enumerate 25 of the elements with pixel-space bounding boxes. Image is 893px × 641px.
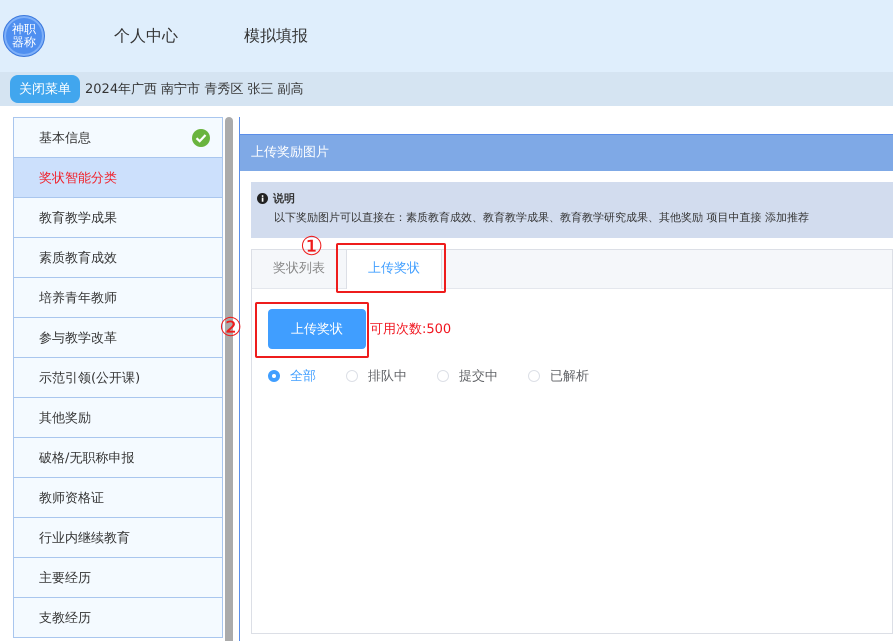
sidebar-item[interactable]: 教师资格证 [14, 478, 222, 518]
sidebar-item[interactable]: 支教经历 [14, 598, 222, 638]
radio-option[interactable]: 已解析 [528, 367, 589, 385]
notice-title: 说明 [273, 191, 295, 206]
panel-title: 上传奖励图片 [240, 134, 893, 171]
sidebar-item[interactable]: 行业内继续教育 [14, 518, 222, 558]
info-icon [257, 193, 268, 204]
user-info: 2024年广西 南宁市 青秀区 张三 副高 [85, 81, 304, 98]
sidebar-item[interactable]: 主要经历 [14, 558, 222, 598]
nav-link[interactable]: 个人中心 [114, 26, 178, 46]
sidebar-item[interactable]: 参与教学改革 [14, 318, 222, 358]
radio-option[interactable]: 提交中 [437, 367, 498, 385]
sidebar-item[interactable]: 破格/无职称申报 [14, 438, 222, 478]
quota-text: 可用次数:500 [370, 321, 452, 338]
notice-text: 以下奖励图片可以直接在：素质教育成效、教育教学成果、教育教学研究成果、其他奖励 项目中直接 添加推荐 [274, 210, 810, 225]
sidebar-item[interactable]: 示范引领(公开课) [14, 358, 222, 398]
logo: 神职 器称 [3, 15, 45, 57]
sidebar-item[interactable]: 教育教学成果 [14, 198, 222, 238]
nav-link[interactable]: 模拟填报 [244, 26, 308, 46]
sidebar-item[interactable]: 培养青年教师 [14, 278, 222, 318]
step-number: ① [300, 234, 324, 260]
sidebar-item[interactable]: 素质教育成效 [14, 238, 222, 278]
sidebar-item[interactable]: 其他奖励 [14, 398, 222, 438]
radio-option[interactable]: 排队中 [346, 367, 407, 385]
step-number: ② [219, 315, 242, 341]
